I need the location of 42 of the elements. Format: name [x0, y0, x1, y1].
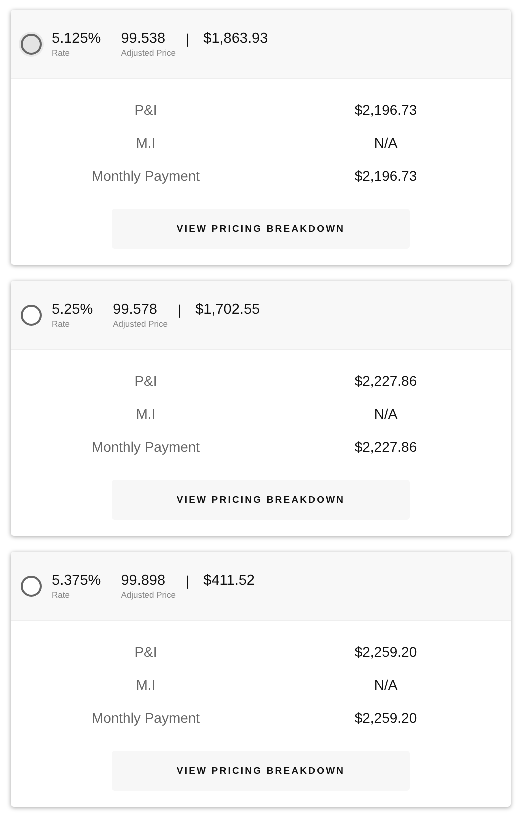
row-label: P&I [134, 102, 158, 118]
row-value: $2,196.73 [354, 102, 418, 118]
row-value: $2,259.20 [354, 644, 418, 660]
adjusted-price-label: Adjusted Price [121, 590, 176, 600]
rate-value: 5.125% [52, 30, 102, 48]
row-label: Monthly Payment [90, 168, 200, 184]
rate-value: 5.25% [52, 302, 94, 318]
row-value: $2,196.73 [354, 168, 418, 184]
view-pricing-breakdown-button[interactable]: VIEW PRICING BREAKDOWN [112, 751, 410, 791]
row-value: $2,259.20 [354, 710, 418, 726]
row-label: M.I [135, 406, 156, 422]
radio-button[interactable] [21, 34, 42, 54]
row-value: $2,227.86 [354, 439, 418, 455]
adjusted-price-value: 99.578 [113, 302, 158, 318]
row-value: N/A [374, 406, 398, 422]
price-amount: $1,702.55 [196, 302, 260, 318]
rate-label: Rate [52, 318, 71, 328]
price-amount: $411.52 [204, 573, 255, 589]
adjusted-price-label: Adjusted Price [121, 48, 176, 58]
row-label: P&I [134, 373, 158, 389]
row-label: P&I [134, 644, 158, 660]
adjusted-price-value: 99.898 [121, 572, 167, 590]
rate-label: Rate [52, 590, 71, 600]
row-value: N/A [374, 135, 398, 151]
row-label: Monthly Payment [90, 710, 200, 726]
row-label: M.I [135, 677, 156, 693]
separator: | [186, 573, 190, 589]
adjusted-price-value: 99.538 [121, 30, 167, 48]
price-amount: $1,863.93 [204, 31, 268, 47]
separator: | [178, 302, 182, 318]
adjusted-price-label: Adjusted Price [113, 318, 168, 328]
row-value: $2,227.86 [354, 373, 418, 389]
row-label: Monthly Payment [90, 439, 200, 455]
row-value: N/A [374, 677, 398, 693]
row-label: M.I [135, 135, 156, 151]
view-pricing-breakdown-button[interactable]: VIEW PRICING BREAKDOWN [112, 480, 410, 520]
radio-button[interactable] [21, 304, 42, 326]
separator: | [186, 31, 190, 47]
rate-label: Rate [52, 48, 71, 58]
radio-button[interactable] [21, 576, 42, 596]
rate-value: 5.375% [52, 572, 102, 590]
view-pricing-breakdown-button[interactable]: VIEW PRICING BREAKDOWN [112, 209, 410, 249]
